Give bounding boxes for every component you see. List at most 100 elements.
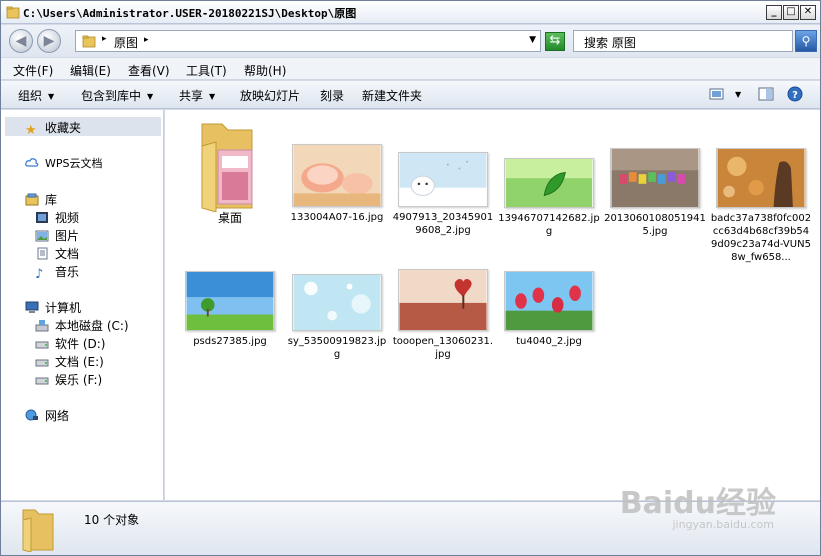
sidebar-item-music[interactable]: ♪ 音乐 — [35, 263, 80, 282]
music-icon: ♪ — [35, 267, 44, 282]
file-item-image[interactable]: tu4040_2.jpg — [498, 271, 600, 348]
sidebar-item-network[interactable]: 网络 — [25, 407, 69, 424]
command-bar: 组织 ▼ 包含到库中 ▼ 共享 ▼ 放映幻灯片 刻录 新建文件夹 ▼ ? — [1, 81, 820, 109]
slideshow-button[interactable]: 放映幻灯片 — [240, 87, 300, 104]
sidebar-item-documents[interactable]: 文档 — [35, 245, 79, 262]
breadcrumb-current[interactable]: 原图 — [114, 34, 138, 51]
menu-file[interactable]: 文件(F) — [13, 62, 53, 79]
file-name: tooopen_13060231.jpg — [392, 336, 494, 360]
library-icon — [25, 193, 39, 206]
folder-icon — [22, 509, 54, 552]
system-drive-icon — [35, 320, 49, 332]
new-folder-button[interactable]: 新建文件夹 — [362, 87, 422, 104]
explorer-window: C:\Users\Administrator.USER-20180221SJ\D… — [0, 0, 821, 556]
sidebar-item-drive-f[interactable]: 娱乐 (F:) — [35, 371, 102, 388]
file-name: sy_53500919823.jpg — [287, 336, 387, 360]
sidebar-item-label: 库 — [45, 193, 58, 207]
file-item-image[interactable]: 20130601080519415.jpg — [604, 148, 706, 238]
photo-thumbnail — [398, 269, 488, 331]
star-icon: ★ — [25, 123, 37, 138]
menu-tools[interactable]: 工具(T) — [186, 62, 227, 79]
organize-button[interactable]: 组织 ▼ — [18, 87, 54, 104]
photo-thumbnail — [504, 158, 594, 208]
chevron-down-icon: ▼ — [209, 92, 216, 101]
network-icon — [25, 409, 38, 421]
file-name: tu4040_2.jpg — [516, 336, 582, 347]
sidebar-item-label: 音乐 — [55, 265, 80, 279]
menu-view[interactable]: 查看(V) — [128, 62, 170, 79]
sidebar-item-label: 网络 — [45, 409, 70, 423]
sidebar-item-label: 本地磁盘 (C:) — [55, 319, 129, 333]
burn-button[interactable]: 刻录 — [320, 87, 344, 104]
video-icon — [36, 212, 48, 223]
file-item-image[interactable]: 13946707142682.jpg — [498, 158, 600, 238]
title-bar: C:\Users\Administrator.USER-20180221SJ\D… — [1, 1, 820, 24]
file-item-image[interactable]: 4907913_203459019608_2.jpg — [392, 152, 494, 237]
file-item-image[interactable]: psds27385.jpg — [179, 271, 281, 348]
address-bar[interactable]: ▸ 原图 ▸ ▼ — [75, 30, 541, 52]
breadcrumb-separator[interactable]: ▸ — [102, 34, 107, 44]
sidebar-item-label: 文档 — [55, 247, 80, 261]
menu-edit[interactable]: 编辑(E) — [70, 62, 111, 79]
document-icon — [37, 247, 48, 260]
sidebar-item-video[interactable]: 视频 — [35, 209, 79, 226]
file-item-folder[interactable]: 桌面 — [179, 116, 281, 225]
sidebar-item-drive-c[interactable]: 本地磁盘 (C:) — [35, 317, 129, 334]
file-name: 13946707142682.jpg — [498, 213, 600, 237]
drive-icon — [35, 359, 49, 367]
watermark-url: jingyan.baidu.com — [672, 518, 774, 531]
include-library-button[interactable]: 包含到库中 ▼ — [81, 87, 153, 104]
navigation-pane: ★ 收藏夹 WPS云文档 库 视频 图片 文档 ♪ 音乐 计算机 本地磁盘 (C:)… — [1, 110, 164, 500]
forward-button[interactable]: ▶ — [37, 29, 61, 53]
chevron-down-icon: ▼ — [147, 92, 154, 101]
cloud-icon — [25, 158, 39, 167]
share-button[interactable]: 共享 ▼ — [179, 87, 215, 104]
file-name: badc37a738f0fc002cc63d4b68cf39b549d09c23… — [710, 213, 812, 263]
sidebar-item-wps[interactable]: WPS云文档 — [25, 155, 103, 171]
sidebar-item-label: 收藏夹 — [45, 121, 82, 135]
file-name: psds27385.jpg — [193, 336, 267, 347]
folder-icon — [82, 35, 96, 48]
file-item-image[interactable]: badc37a738f0fc002cc63d4b68cf39b549d09c23… — [710, 148, 812, 264]
breadcrumb-separator[interactable]: ▸ — [144, 35, 149, 45]
sidebar-item-favorites[interactable]: ★ 收藏夹 — [25, 119, 82, 138]
search-icon[interactable]: ⚲ — [795, 30, 817, 52]
chevron-down-icon[interactable]: ▼ — [735, 90, 741, 99]
photo-thumbnail — [292, 274, 382, 331]
chevron-down-icon[interactable]: ▼ — [529, 35, 536, 45]
view-options-icon[interactable] — [708, 86, 726, 102]
maximize-button[interactable]: □ — [783, 5, 799, 20]
file-item-image[interactable]: tooopen_13060231.jpg — [392, 269, 494, 361]
photo-thumbnail — [185, 271, 275, 331]
close-button[interactable]: ✕ — [800, 5, 816, 20]
menu-help[interactable]: 帮助(H) — [244, 62, 286, 79]
file-name: 4907913_203459019608_2.jpg — [392, 212, 494, 236]
sidebar-item-label: 软件 (D:) — [55, 337, 106, 351]
address-row: ◀ ▶ ▸ 原图 ▸ ▼ ⇆ 搜索 原图 ⚲ — [1, 25, 820, 57]
preview-pane-icon[interactable] — [757, 86, 775, 102]
sidebar-item-library[interactable]: 库 — [25, 191, 57, 208]
sidebar-item-pictures[interactable]: 图片 — [35, 227, 79, 244]
svg-text:?: ? — [792, 90, 798, 101]
sidebar-item-label: WPS云文档 — [45, 157, 103, 170]
refresh-button[interactable]: ⇆ — [545, 32, 565, 51]
minimize-button[interactable]: _ — [766, 5, 782, 20]
back-button[interactable]: ◀ — [9, 29, 33, 53]
file-item-image[interactable]: sy_53500919823.jpg — [286, 274, 388, 361]
picture-icon — [35, 230, 49, 242]
photo-thumbnail — [504, 271, 594, 331]
sidebar-item-drive-d[interactable]: 软件 (D:) — [35, 335, 105, 352]
sidebar-item-drive-e[interactable]: 文档 (E:) — [35, 353, 104, 370]
status-bar: 10 个对象 Baidu经验 jingyan.baidu.com — [1, 486, 820, 555]
window-title: C:\Users\Administrator.USER-20180221SJ\D… — [23, 7, 357, 20]
file-item-image[interactable]: 133004A07-16.jpg — [286, 144, 388, 224]
file-list-pane: 桌面 133004A07-16.jpg 4907913_203459019608… — [165, 110, 820, 500]
sidebar-item-computer[interactable]: 计算机 — [25, 299, 81, 316]
watermark-logo: Baidu经验 — [619, 486, 776, 521]
search-input[interactable]: 搜索 原图 — [573, 30, 793, 52]
help-icon[interactable]: ? — [786, 86, 804, 102]
sidebar-item-label: 娱乐 (F:) — [55, 373, 103, 387]
share-label: 共享 — [179, 89, 204, 103]
sidebar-item-label: 计算机 — [45, 301, 82, 315]
folder-icon — [6, 6, 20, 19]
